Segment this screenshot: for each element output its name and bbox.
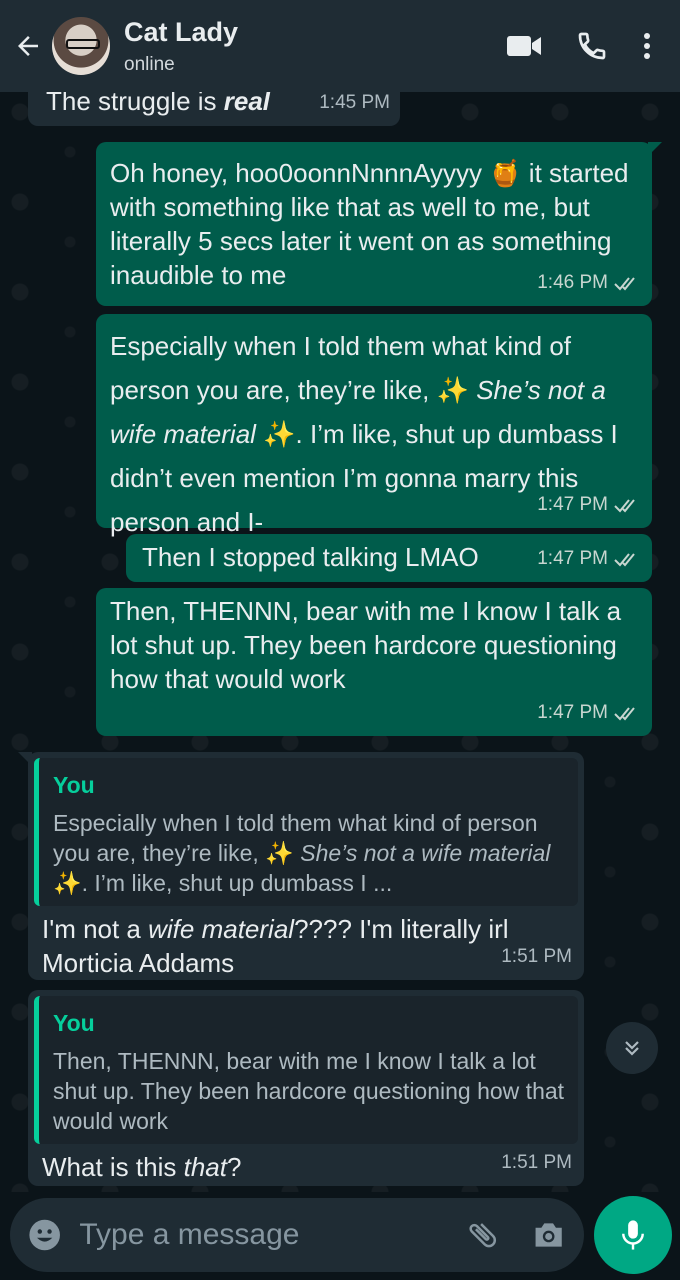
message-incoming[interactable]: The struggle is real 1:45 PM (28, 92, 400, 126)
message-input[interactable] (79, 1218, 466, 1252)
message-time: 1:51 PM (501, 1152, 572, 1173)
message-meta: 1:47 PM (537, 696, 640, 730)
video-call-button[interactable] (506, 33, 542, 59)
message-meta: 1:46 PM (537, 266, 640, 300)
message-outgoing[interactable]: Then I stopped talking LMAO 1:47 PM (126, 534, 652, 582)
paperclip-icon[interactable] (458, 1210, 508, 1260)
message-composer (10, 1198, 584, 1272)
back-button[interactable] (4, 0, 52, 92)
contact-info[interactable]: Cat Lady online (124, 17, 238, 76)
message-outgoing[interactable]: Oh honey, hoo0oonnNnnnAyyyy 🍯 it started… (96, 142, 662, 306)
message-outgoing[interactable]: Then, THENNN, bear with me I know I talk… (96, 588, 652, 736)
message-time: 1:47 PM (537, 548, 608, 569)
phone-icon (578, 32, 606, 60)
kebab-menu-icon (644, 33, 650, 59)
message-time: 1:47 PM (537, 494, 608, 515)
double-check-icon (614, 553, 635, 567)
message-time: 1:51 PM (501, 946, 572, 967)
chat-header: Cat Lady online (0, 0, 680, 92)
arrow-left-icon (18, 36, 38, 56)
contact-name[interactable]: Cat Lady (124, 17, 238, 48)
voice-call-button[interactable] (576, 30, 608, 62)
quoted-message[interactable]: You Especially when I told them what kin… (34, 758, 578, 906)
double-check-icon (614, 707, 635, 721)
message-incoming-reply[interactable]: You Then, THENNN, bear with me I know I … (28, 990, 584, 1186)
video-camera-icon (507, 36, 541, 56)
scroll-to-bottom-button[interactable] (606, 1022, 658, 1074)
message-incoming-reply[interactable]: You Especially when I told them what kin… (18, 752, 584, 980)
message-time: 1:47 PM (537, 702, 608, 723)
message-meta: 1:47 PM (537, 542, 640, 576)
menu-button[interactable] (642, 31, 652, 61)
quote-text: Especially when I told them what kind of… (53, 810, 551, 896)
contact-status: online (124, 53, 175, 75)
emoji-icon[interactable] (28, 1218, 61, 1252)
double-check-icon (614, 277, 635, 291)
quote-author: You (53, 1010, 95, 1036)
message-text: The struggle is real (46, 92, 271, 116)
message-text: Then, THENNN, bear with me I know I talk… (110, 596, 622, 694)
camera-icon[interactable] (531, 1219, 566, 1251)
message-meta: 1:45 PM (319, 92, 390, 120)
microphone-icon (622, 1220, 644, 1250)
quoted-message[interactable]: You Then, THENNN, bear with me I know I … (34, 996, 578, 1144)
quote-text: Then, THENNN, bear with me I know I talk… (53, 1048, 565, 1134)
voice-message-button[interactable] (594, 1196, 672, 1274)
message-outgoing[interactable]: Especially when I told them what kind of… (96, 314, 652, 537)
double-chevron-down-icon (625, 1041, 639, 1056)
quote-author: You (53, 772, 95, 798)
message-list[interactable]: The struggle is real 1:45 PM Oh honey, h… (0, 92, 680, 1192)
message-time: 1:46 PM (537, 272, 608, 293)
contact-avatar[interactable] (52, 17, 110, 75)
message-time: 1:45 PM (319, 92, 390, 113)
message-meta: 1:51 PM (501, 940, 572, 974)
double-check-icon (614, 499, 635, 513)
message-meta: 1:51 PM (501, 1146, 572, 1180)
message-meta: 1:47 PM (537, 488, 640, 522)
